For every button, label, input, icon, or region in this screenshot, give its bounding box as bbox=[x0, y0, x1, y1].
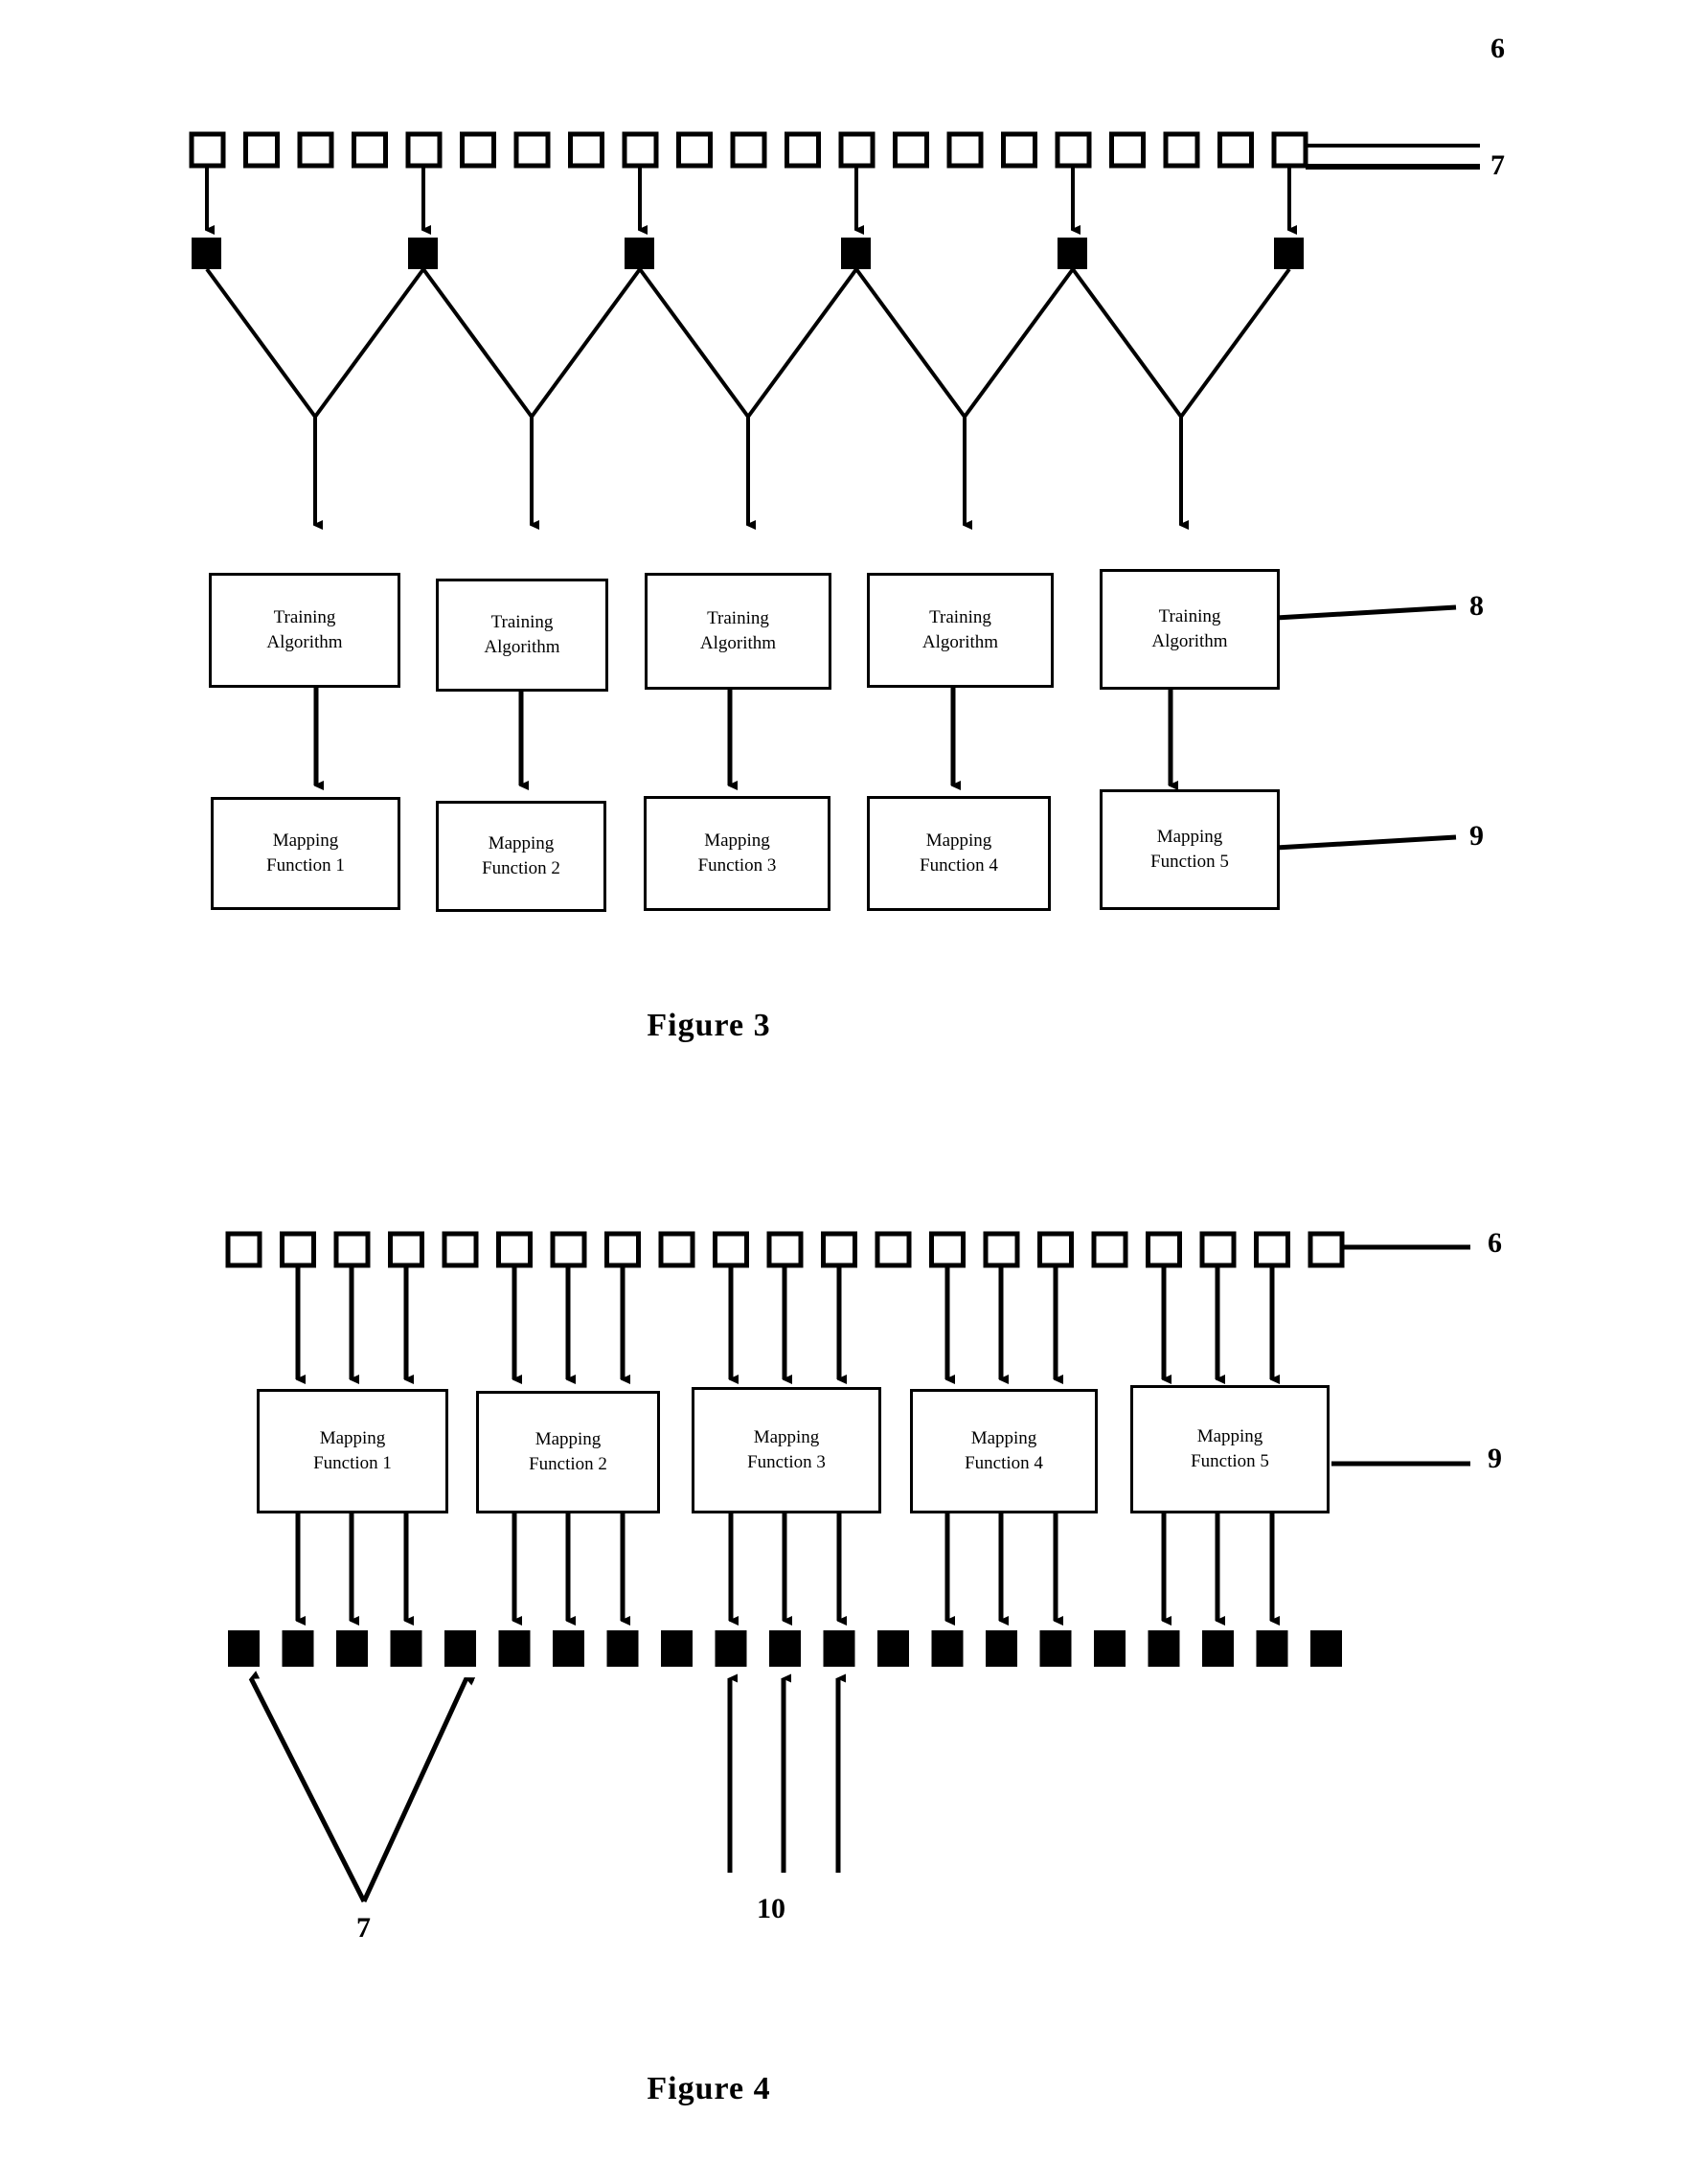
ref-number-9-fig4: 9 bbox=[1488, 1443, 1502, 1474]
mapping-box-line1: Mapping bbox=[704, 830, 770, 852]
mapping-box-line1: Mapping bbox=[535, 1429, 602, 1450]
fig4-output-square-row bbox=[228, 1630, 1342, 1667]
training-algorithm-box-1[interactable]: Training Algorithm bbox=[209, 573, 400, 688]
fig3-mapping-function-box-4[interactable]: Mapping Function 4 bbox=[867, 796, 1051, 911]
mapping-box-line1: Mapping bbox=[1156, 827, 1223, 848]
training-box-line1: Training bbox=[273, 607, 336, 628]
mapping-box-line2: Function 5 bbox=[1191, 1451, 1269, 1471]
fig3-input-square-row bbox=[189, 131, 1308, 169]
training-algorithm-box-4[interactable]: Training Algorithm bbox=[867, 573, 1054, 688]
fig3-mapping-function-box-2[interactable]: Mapping Function 2 bbox=[436, 801, 606, 912]
mapping-box-line1: Mapping bbox=[970, 1428, 1037, 1449]
fig3-mapping-function-box-3[interactable]: Mapping Function 3 bbox=[644, 796, 830, 911]
mapping-box-line1: Mapping bbox=[319, 1428, 386, 1449]
fig3-square-to-node-arrows bbox=[205, 168, 1289, 230]
fig3-leader-8 bbox=[1275, 604, 1457, 621]
mapping-box-line2: Function 3 bbox=[697, 855, 777, 876]
fig4-input-square-row bbox=[225, 1231, 1345, 1268]
mapping-box-line1: Mapping bbox=[925, 830, 992, 852]
fig3-black-node-row bbox=[192, 238, 1304, 269]
fig4-mapping-function-box-2[interactable]: Mapping Function 2 bbox=[476, 1391, 660, 1513]
fig3-mapping-function-box-5[interactable]: Mapping Function 5 bbox=[1100, 789, 1280, 910]
training-algorithm-box-3[interactable]: Training Algorithm bbox=[645, 573, 831, 690]
fig4-leader-7-arrows bbox=[248, 1678, 466, 1903]
figure-vector-layer bbox=[189, 131, 1480, 1903]
ref-number-7-fig4: 7 bbox=[356, 1912, 371, 1944]
ref-number-6-fig3: 6 bbox=[1490, 33, 1505, 64]
mapping-box-line2: Function 4 bbox=[920, 855, 998, 876]
fig4-mapping-to-output-arrows bbox=[295, 1513, 1272, 1621]
mapping-box-line2: Function 5 bbox=[1150, 852, 1229, 872]
training-box-line2: Algorithm bbox=[699, 633, 777, 653]
training-box-line1: Training bbox=[929, 607, 991, 628]
mapping-box-line1: Mapping bbox=[488, 833, 555, 854]
training-box-line1: Training bbox=[707, 608, 769, 629]
figure-4-graphics bbox=[225, 1231, 1470, 1903]
ref-number-9-fig3: 9 bbox=[1469, 820, 1484, 852]
fig4-mapping-function-box-1[interactable]: Mapping Function 1 bbox=[257, 1389, 448, 1513]
mapping-box-line1: Mapping bbox=[272, 830, 339, 852]
training-box-line1: Training bbox=[1158, 606, 1221, 627]
ref-number-6-fig4: 6 bbox=[1488, 1227, 1502, 1259]
training-box-line2: Algorithm bbox=[921, 632, 999, 652]
ref-number-8-fig3: 8 bbox=[1469, 590, 1484, 622]
fig4-input-to-mapping-arrows bbox=[295, 1267, 1272, 1379]
training-algorithm-box-2[interactable]: Training Algorithm bbox=[436, 579, 608, 692]
training-box-line2: Algorithm bbox=[484, 637, 560, 657]
fig4-mapping-function-box-5[interactable]: Mapping Function 5 bbox=[1130, 1385, 1330, 1513]
mapping-box-line2: Function 2 bbox=[529, 1454, 607, 1474]
mapping-box-line1: Mapping bbox=[753, 1427, 820, 1448]
fig3-leader-9 bbox=[1275, 834, 1457, 851]
training-box-line2: Algorithm bbox=[1151, 631, 1228, 651]
mapping-box-line2: Function 2 bbox=[482, 858, 560, 878]
ref-number-7-fig3: 7 bbox=[1490, 149, 1505, 181]
fig4-mapping-function-box-3[interactable]: Mapping Function 3 bbox=[692, 1387, 881, 1513]
fig3-mapping-function-box-1[interactable]: Mapping Function 1 bbox=[211, 797, 400, 910]
training-box-line2: Algorithm bbox=[266, 632, 343, 652]
mapping-box-line1: Mapping bbox=[1196, 1426, 1263, 1447]
fig4-leader-10-arrows bbox=[727, 1678, 838, 1873]
figure-3-caption: Figure 3 bbox=[647, 1008, 771, 1043]
mapping-box-line2: Function 1 bbox=[266, 855, 345, 876]
mapping-box-line2: Function 3 bbox=[747, 1452, 826, 1472]
figure-4-caption: Figure 4 bbox=[647, 2071, 771, 2106]
training-algorithm-box-5[interactable]: Training Algorithm bbox=[1100, 569, 1280, 690]
figure-3-graphics bbox=[189, 131, 1480, 851]
mapping-box-line2: Function 1 bbox=[313, 1453, 392, 1473]
fig4-mapping-function-box-4[interactable]: Mapping Function 4 bbox=[910, 1389, 1098, 1513]
patent-drawing-page: Training Algorithm Training Algorithm Tr… bbox=[0, 0, 1706, 2184]
ref-number-10-fig4: 10 bbox=[757, 1893, 785, 1924]
fig3-converge-links bbox=[205, 267, 1291, 525]
training-box-line1: Training bbox=[490, 612, 554, 633]
fig3-training-to-mapping-arrows bbox=[313, 688, 1171, 785]
mapping-box-line2: Function 4 bbox=[965, 1453, 1043, 1473]
